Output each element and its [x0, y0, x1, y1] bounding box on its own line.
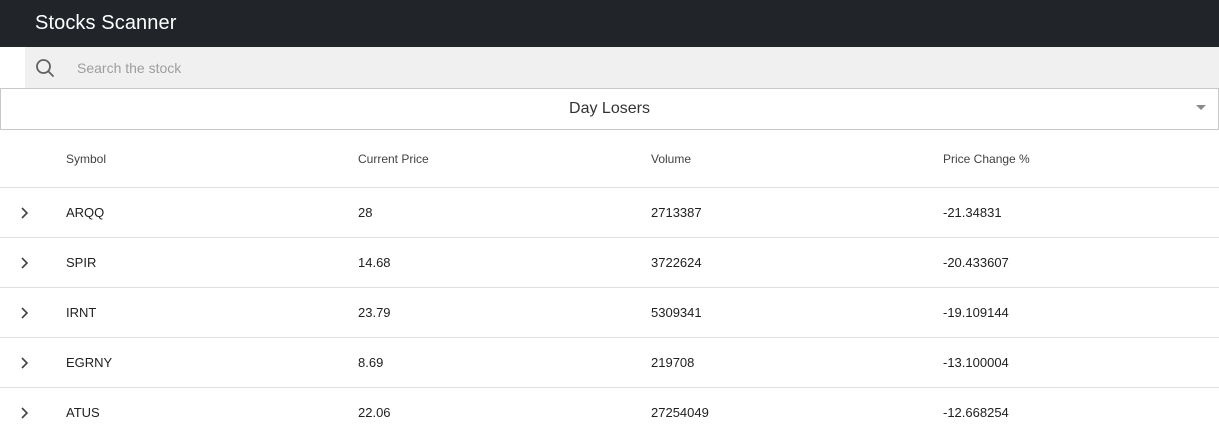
- volume-cell: 27254049: [651, 387, 943, 436]
- header-expand: [0, 130, 66, 188]
- search-bar: [25, 47, 1219, 88]
- expand-cell: [0, 187, 66, 238]
- table-row[interactable]: EGRNY 8.69 219708 -13.100004: [0, 337, 1219, 388]
- table-row[interactable]: ARQQ 28 2713387 -21.34831: [0, 187, 1219, 238]
- stocks-table: Symbol Current Price Volume Price Change…: [0, 130, 1219, 436]
- app-bar: Stocks Scanner: [0, 0, 1219, 47]
- chevron-right-icon[interactable]: [0, 188, 50, 237]
- price-cell: 8.69: [358, 337, 651, 388]
- app-title: Stocks Scanner: [35, 12, 177, 34]
- symbol-cell: SPIR: [66, 237, 358, 288]
- table-header-row: Symbol Current Price Volume Price Change…: [0, 130, 1219, 188]
- screener-select-value: Day Losers: [569, 100, 650, 117]
- volume-cell: 3722624: [651, 237, 943, 288]
- header-current-price[interactable]: Current Price: [358, 130, 651, 188]
- chevron-right-icon[interactable]: [0, 388, 50, 436]
- chevron-right-icon[interactable]: [0, 338, 50, 387]
- expand-cell: [0, 237, 66, 288]
- chevron-right-icon[interactable]: [0, 288, 50, 337]
- change-cell: -19.109144: [943, 287, 1219, 338]
- caret-down-icon: [1196, 105, 1206, 110]
- change-cell: -20.433607: [943, 237, 1219, 288]
- change-cell: -12.668254: [943, 387, 1219, 436]
- price-cell: 23.79: [358, 287, 651, 338]
- volume-cell: 5309341: [651, 287, 943, 338]
- volume-cell: 219708: [651, 337, 943, 388]
- table-row[interactable]: IRNT 23.79 5309341 -19.109144: [0, 287, 1219, 338]
- symbol-cell: ATUS: [66, 387, 358, 436]
- symbol-cell: EGRNY: [66, 337, 358, 388]
- header-volume[interactable]: Volume: [651, 130, 943, 188]
- price-cell: 28: [358, 187, 651, 238]
- table-row[interactable]: SPIR 14.68 3722624 -20.433607: [0, 237, 1219, 288]
- price-cell: 22.06: [358, 387, 651, 436]
- table-row[interactable]: ATUS 22.06 27254049 -12.668254: [0, 387, 1219, 436]
- price-cell: 14.68: [358, 237, 651, 288]
- symbol-cell: ARQQ: [66, 187, 358, 238]
- symbol-cell: IRNT: [66, 287, 358, 338]
- header-symbol[interactable]: Symbol: [66, 130, 358, 188]
- screener-select[interactable]: Day Losers: [0, 88, 1219, 130]
- search-icon[interactable]: [25, 58, 65, 78]
- expand-cell: [0, 337, 66, 388]
- expand-cell: [0, 387, 66, 436]
- expand-cell: [0, 287, 66, 338]
- volume-cell: 2713387: [651, 187, 943, 238]
- search-input[interactable]: [75, 58, 679, 77]
- change-cell: -21.34831: [943, 187, 1219, 238]
- header-price-change[interactable]: Price Change %: [943, 130, 1219, 188]
- change-cell: -13.100004: [943, 337, 1219, 388]
- chevron-right-icon[interactable]: [0, 238, 50, 287]
